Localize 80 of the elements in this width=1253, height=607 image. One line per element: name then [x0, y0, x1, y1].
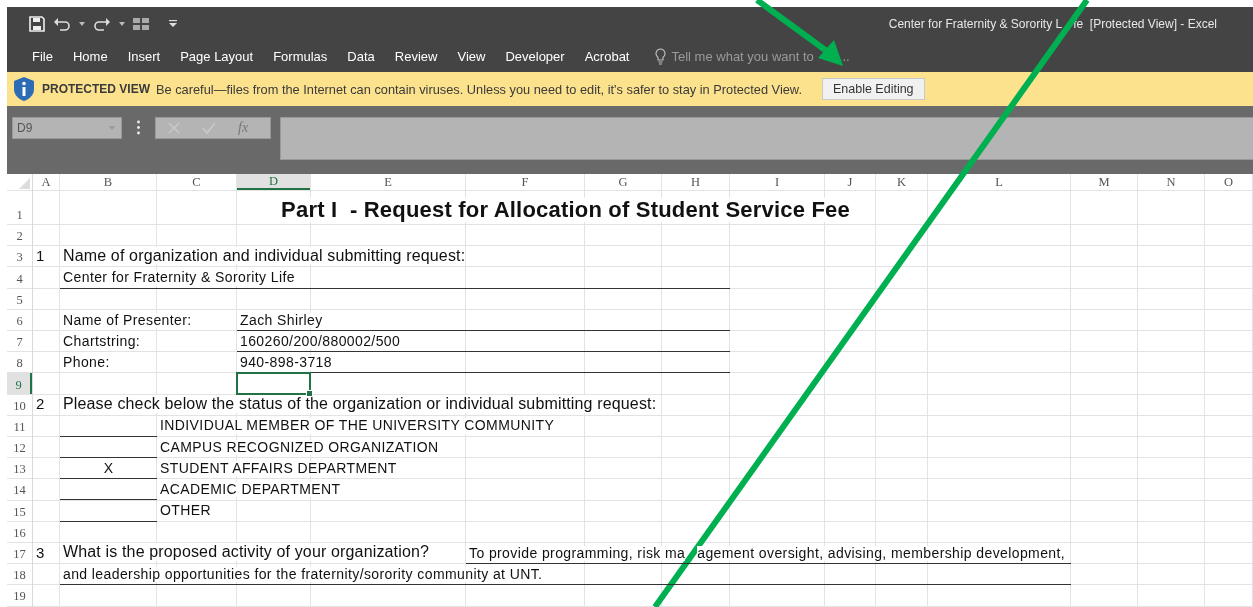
cell-text: STUDENT AFFAIRS DEPARTMENT: [160, 460, 397, 477]
cell-text: Name of organization and individual submitting request:: [63, 246, 466, 265]
column-header[interactable]: G: [585, 174, 661, 190]
redo-icon[interactable]: [93, 16, 111, 31]
row-header[interactable]: 4: [7, 267, 32, 288]
cell-text: ACADEMIC DEPARTMENT: [160, 482, 341, 498]
cell-text: Center for Fraternity & Sorority Life: [63, 270, 295, 286]
window-title: Center for Fraternity & Sorority L: [888, 16, 1063, 31]
row-header[interactable]: 16: [7, 521, 32, 542]
column-header[interactable]: D: [237, 174, 310, 190]
cell-text: To provide programming, risk ma: [469, 545, 686, 561]
undo-icon[interactable]: [53, 16, 71, 31]
column-header[interactable]: O: [1205, 174, 1252, 190]
sheet-title: Part I - Request for Allocation of Student Service Fee: [281, 197, 850, 222]
ribbon-tab[interactable]: Home: [62, 44, 118, 68]
tell-me-placeholder[interactable]: ...: [838, 48, 850, 64]
caret-icon[interactable]: [79, 21, 85, 26]
row-header[interactable]: 8: [7, 352, 32, 373]
row-header[interactable]: 12: [7, 436, 32, 458]
cell-text: agement oversight, advising, membership development,: [697, 545, 1066, 561]
row-header[interactable]: 14: [7, 479, 32, 500]
row-header[interactable]: 11: [7, 415, 32, 436]
row-header[interactable]: 17: [7, 542, 32, 563]
row-header[interactable]: 9: [7, 373, 32, 394]
row-header[interactable]: 15: [7, 500, 32, 521]
customize-icon[interactable]: [169, 20, 177, 27]
grid-icon[interactable]: [133, 17, 149, 30]
cell-text: INDIVIDUAL MEMBER OF THE UNIVERSITY COMMUNITY: [160, 418, 555, 434]
column-header[interactable]: I: [730, 174, 824, 190]
cell-text: What is the proposed activity of your organization?: [63, 543, 430, 561]
cell-text: Zach Shirley: [240, 312, 323, 328]
column-header[interactable]: A: [33, 174, 59, 190]
ribbon-tab[interactable]: Data: [337, 44, 385, 68]
ribbon-tab[interactable]: Developer: [495, 44, 575, 68]
enable-editing-button[interactable]: Enable Editing: [821, 78, 925, 100]
row-header[interactable]: 1: [7, 191, 32, 224]
row-header[interactable]: 18: [7, 564, 32, 585]
tell-me-placeholder[interactable]: Tell me what you want to: [671, 48, 814, 64]
lightbulb-icon[interactable]: [655, 47, 667, 65]
column-header[interactable]: C: [157, 174, 236, 190]
formula-field[interactable]: [280, 117, 1253, 160]
more-icon[interactable]: [137, 120, 140, 135]
column-header[interactable]: F: [466, 174, 584, 190]
row-header[interactable]: 3: [7, 246, 32, 267]
warning-message: Be careful—files from the Internet can contain viruses. Unless you need to edit, it's safer to stay in Protected View.: [156, 81, 802, 97]
row-header[interactable]: 10: [7, 394, 32, 415]
column-header[interactable]: N: [1138, 174, 1204, 190]
cell-text: Chartstring:: [63, 333, 141, 350]
ribbon-tab[interactable]: Acrobat: [574, 44, 640, 68]
save-icon[interactable]: [29, 15, 45, 32]
cell-text: Name of Presenter:: [63, 312, 192, 328]
ribbon-tab[interactable]: File: [22, 44, 63, 68]
ribbon-tab[interactable]: Formulas: [263, 44, 338, 68]
cell-text: 160260/200/880002/500: [240, 333, 401, 350]
column-header[interactable]: E: [311, 174, 465, 190]
row-header[interactable]: 7: [7, 330, 32, 352]
row-header[interactable]: 5: [7, 288, 32, 309]
column-header[interactable]: B: [60, 174, 156, 190]
ribbon-tab[interactable]: View: [447, 44, 496, 68]
shield-info-icon: [14, 77, 34, 101]
column-header[interactable]: K: [876, 174, 927, 190]
name-box[interactable]: D9: [12, 117, 122, 139]
row-header[interactable]: 19: [7, 585, 32, 606]
row-header[interactable]: 2: [7, 225, 32, 246]
protected-view-label: PROTECTED VIEW: [42, 82, 150, 96]
caret-icon[interactable]: [119, 21, 125, 26]
column-header[interactable]: H: [662, 174, 729, 190]
ribbon-tab[interactable]: Review: [384, 44, 448, 68]
column-header[interactable]: M: [1071, 174, 1137, 190]
ribbon-tab[interactable]: Insert: [117, 44, 171, 68]
cell-text: and leadership opportunities for the fraternity/sorority community at UNT.: [63, 566, 543, 583]
column-header[interactable]: J: [825, 174, 875, 190]
column-header[interactable]: L: [928, 174, 1070, 190]
cell-text: 940-898-3718: [240, 354, 332, 371]
row-header[interactable]: 13: [7, 458, 32, 479]
row-header[interactable]: 6: [7, 309, 32, 330]
cell-text: Please check below the status of the organization or individual submitting request:: [63, 395, 657, 413]
cell-text: CAMPUS RECOGNIZED ORGANIZATION: [160, 439, 439, 456]
selected-cell[interactable]: [236, 372, 311, 395]
ribbon-tab[interactable]: Page Layout: [170, 44, 264, 68]
